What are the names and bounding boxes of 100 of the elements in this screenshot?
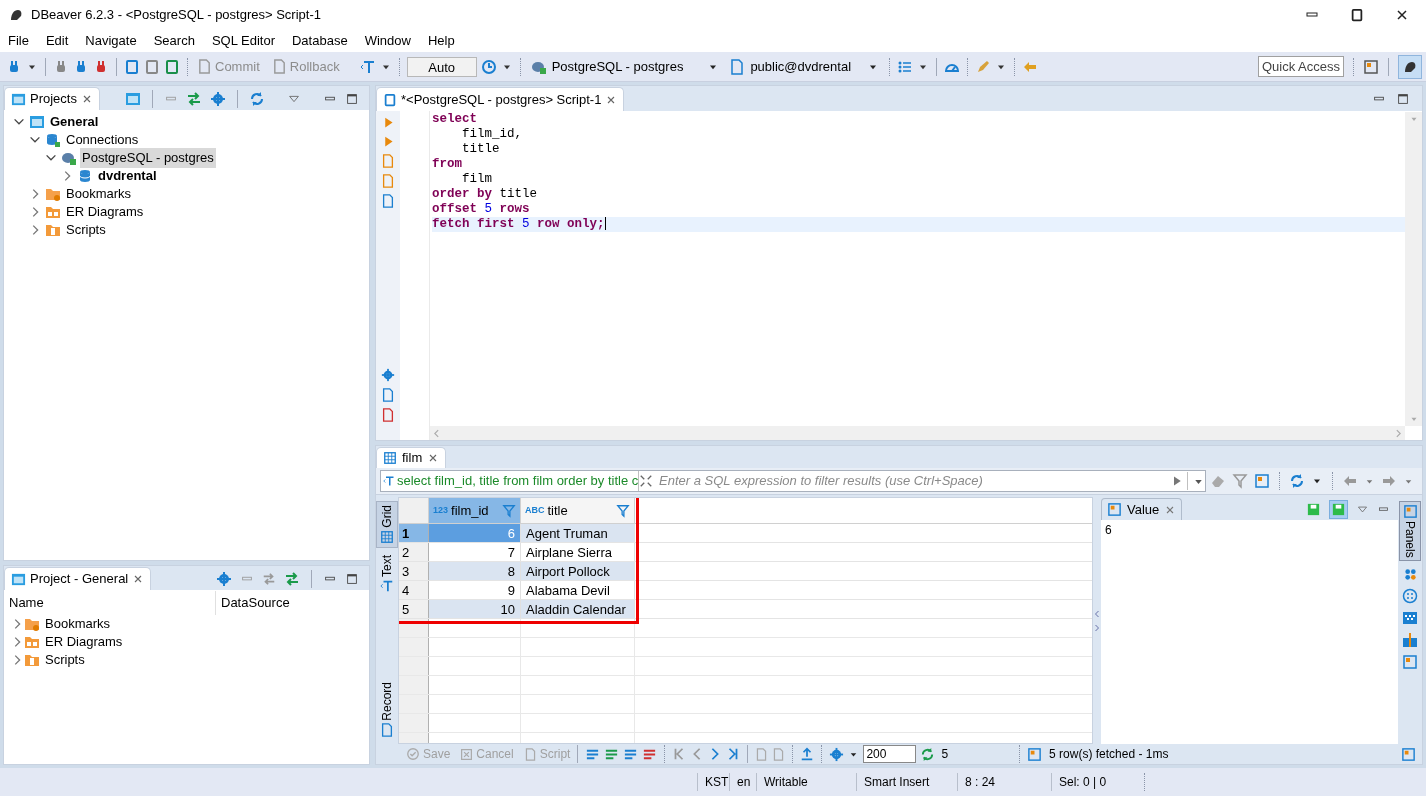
status-field: Writable — [756, 773, 856, 791]
checker-icon[interactable] — [1402, 609, 1418, 626]
menu-item[interactable]: Navigate — [85, 31, 137, 51]
tree-item[interactable]: General — [48, 112, 101, 132]
refresh-icon[interactable] — [249, 90, 265, 107]
document-icon[interactable] — [381, 408, 395, 422]
refresh-icon[interactable] — [1289, 473, 1305, 489]
view-tab[interactable]: Record — [377, 679, 397, 740]
panel-icon — [1107, 502, 1122, 517]
column-header[interactable]: Name — [4, 591, 216, 615]
panel-icon — [1402, 504, 1418, 519]
new-folder-icon[interactable] — [125, 90, 141, 107]
value-text[interactable]: 6 — [1101, 520, 1398, 744]
tree-item[interactable]: ER Diagrams — [45, 632, 123, 652]
document-icon — [197, 59, 212, 74]
menu-item[interactable]: File — [8, 31, 29, 51]
editor-tab[interactable]: *<PostgreSQL - postgres> Script-1 — [376, 87, 625, 111]
add-document-icon[interactable] — [164, 58, 180, 75]
filter-field[interactable]: Enter a SQL expression to filter results (use Ctrl+Space) — [659, 471, 1171, 491]
perspective-button[interactable] — [1398, 54, 1422, 79]
column-header[interactable]: DataSource — [216, 591, 295, 615]
tree-item[interactable]: Scripts — [45, 650, 85, 670]
cancel-icon — [460, 747, 474, 761]
apply-filter-icon[interactable] — [1171, 475, 1183, 487]
table-cell[interactable]: Aladdin Calendar — [521, 600, 635, 618]
maximize-icon[interactable] — [345, 571, 359, 586]
tree-item[interactable]: PostgreSQL - postgres — [80, 148, 216, 168]
horizontal-scrollbar[interactable] — [430, 426, 1405, 440]
menu-item[interactable]: Edit — [45, 31, 69, 51]
tree-item[interactable]: ER Diagrams — [64, 202, 146, 222]
script-icon[interactable] — [381, 154, 395, 168]
table-cell[interactable]: Agent Truman — [521, 524, 635, 542]
maximize-icon[interactable] — [345, 91, 359, 106]
tree-item[interactable]: dvdrental — [96, 166, 159, 186]
tree-item[interactable]: Bookmarks — [64, 184, 134, 204]
document-icon[interactable] — [124, 58, 140, 75]
filter-sort-icon[interactable] — [502, 503, 516, 518]
column-header[interactable]: ABC title — [521, 498, 635, 523]
save-icon[interactable] — [1306, 501, 1321, 517]
link-icon[interactable] — [284, 570, 300, 587]
status-field: 8 : 24 — [957, 773, 1051, 791]
view-tab[interactable]: Grid — [376, 501, 398, 548]
connection-selector[interactable]: PostgreSQL - postgres — [527, 56, 723, 77]
quick-access-field[interactable]: Quick Access — [1257, 56, 1344, 77]
results-tab[interactable]: film — [376, 447, 447, 468]
menu-item[interactable]: Window — [364, 31, 411, 51]
panels-tab[interactable]: Panels — [1399, 501, 1421, 561]
check-icon — [406, 747, 420, 761]
maximize-icon[interactable] — [1396, 92, 1410, 106]
chart-icon[interactable] — [1402, 631, 1418, 648]
fetch-size-field[interactable]: 200 — [863, 745, 917, 763]
row-number[interactable]: 4 — [399, 581, 429, 599]
row-number[interactable]: 2 — [399, 543, 429, 561]
script-icon[interactable] — [381, 174, 395, 188]
row-number[interactable]: 3 — [399, 562, 429, 580]
column-header[interactable]: 123 film_id — [429, 498, 521, 523]
link-icon[interactable] — [186, 90, 202, 107]
expand-icon[interactable] — [639, 474, 653, 488]
value-tab[interactable]: Value — [1101, 498, 1183, 520]
maximize-icon[interactable] — [1350, 8, 1364, 22]
refresh-icon[interactable] — [920, 746, 936, 762]
filter-sort-icon[interactable] — [616, 503, 630, 518]
circle-icon[interactable] — [1402, 587, 1418, 604]
row-number[interactable]: 1 — [399, 524, 429, 542]
panel-icon — [1027, 746, 1043, 762]
auto-save-toggle[interactable] — [1329, 499, 1348, 519]
eraser-icon[interactable] — [1210, 473, 1226, 489]
tree-item[interactable]: Connections — [64, 130, 141, 150]
table-cell[interactable]: 10 — [429, 600, 521, 618]
panel-icon[interactable] — [1402, 653, 1418, 670]
tree-item[interactable]: Scripts — [64, 220, 108, 240]
layout-icon[interactable] — [1401, 746, 1416, 762]
code-line: film_id, — [461, 127, 522, 141]
document-icon[interactable] — [144, 58, 160, 75]
row-number[interactable]: 5 — [399, 600, 429, 618]
perspective-icon[interactable] — [1363, 58, 1379, 75]
export-icon[interactable] — [800, 747, 815, 761]
document-icon[interactable] — [381, 194, 395, 208]
tree-item[interactable]: Bookmarks — [45, 614, 111, 634]
view-tab[interactable]: Text — [377, 551, 397, 596]
panel-tab[interactable]: Projects — [4, 87, 100, 110]
table-cell[interactable]: 8 — [429, 562, 521, 580]
transaction-mode-button[interactable]: Auto — [406, 56, 477, 77]
query-field[interactable]: select film_id, title from film order by title c Enter a SQL expression to filter results (use Ctrl+Space) — [380, 470, 1206, 492]
schema-selector[interactable]: public@dvdrental — [726, 56, 883, 77]
panel-tab[interactable]: Project - General — [4, 567, 152, 590]
export-icon[interactable] — [381, 388, 395, 402]
expand-right-icon[interactable] — [1093, 623, 1101, 632]
menu-item[interactable]: Search — [153, 31, 195, 51]
vertical-scrollbar[interactable] — [1405, 112, 1422, 426]
code-line: title — [461, 142, 500, 156]
collapse-left-icon[interactable] — [1093, 609, 1101, 618]
menu-item[interactable]: SQL Editor — [211, 31, 275, 51]
table-cell[interactable]: Airport Pollock — [521, 562, 635, 580]
window-title: DBeaver 6.2.3 - <PostgreSQL - postgres> Script-1 — [31, 6, 321, 25]
folder-icon — [45, 204, 61, 220]
menu-item[interactable]: Help — [427, 31, 455, 51]
menu-item[interactable]: Database — [292, 31, 348, 51]
filter-icon[interactable] — [1232, 473, 1248, 489]
forward-icon[interactable] — [1381, 473, 1397, 489]
